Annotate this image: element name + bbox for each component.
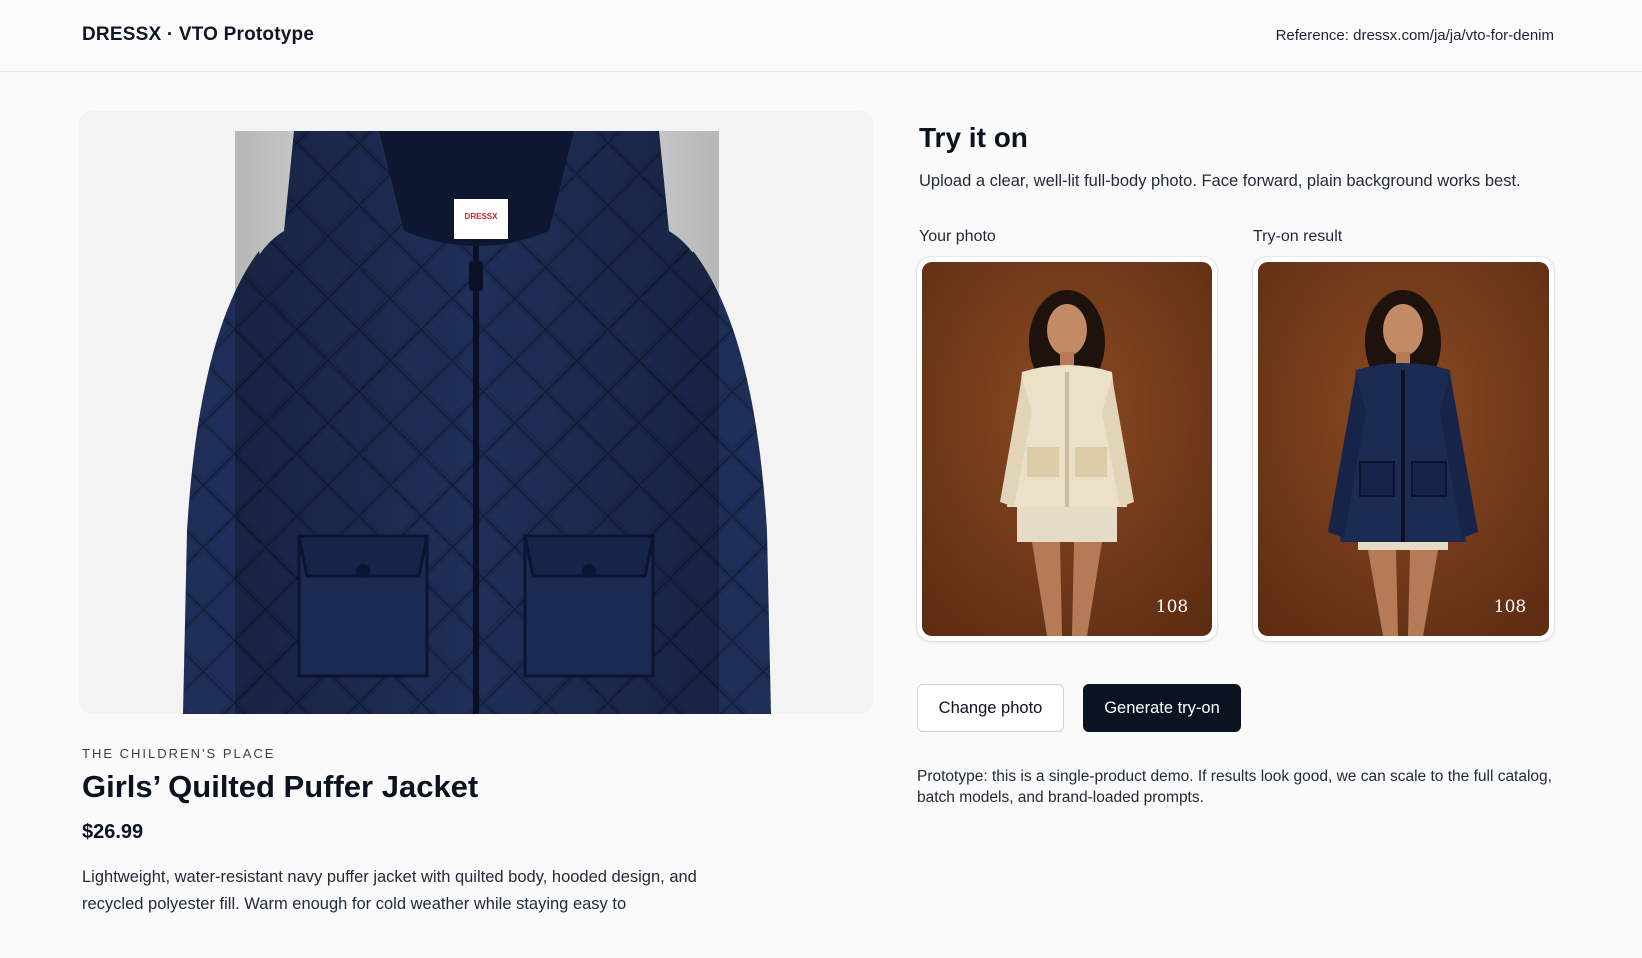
product-price: $26.99 bbox=[82, 821, 144, 843]
your-photo-card[interactable]: 108 bbox=[917, 257, 1217, 641]
result-photo: 108 bbox=[1258, 262, 1549, 636]
change-photo-button[interactable]: Change photo bbox=[917, 684, 1064, 732]
prototype-note: Prototype: this is a single-product demo… bbox=[917, 768, 1552, 806]
your-photo-label: Your photo bbox=[919, 228, 996, 245]
reference-link[interactable]: Reference: dressx.com/ja/ja/vto-for-deni… bbox=[1276, 27, 1554, 44]
product-brand: THE CHILDREN'S PLACE bbox=[82, 746, 276, 761]
tryon-subtitle: Upload a clear, well-lit full-body photo… bbox=[919, 172, 1521, 190]
generate-tryon-button[interactable]: Generate try-on bbox=[1083, 684, 1241, 732]
app-title: DRESSX · VTO Prototype bbox=[82, 24, 315, 45]
product-description: Lightweight, water-resistant navy puffer… bbox=[82, 868, 697, 913]
user-photo: 108 bbox=[922, 262, 1212, 636]
result-watermark: 108 bbox=[1494, 597, 1526, 617]
result-photo-card: 108 bbox=[1253, 257, 1554, 641]
top-bar: DRESSX · VTO Prototype Reference: dressx… bbox=[0, 0, 1642, 72]
jacket-image: DRESSX bbox=[79, 111, 873, 714]
product-image: DRESSX bbox=[79, 111, 873, 714]
tryon-title: Try it on bbox=[919, 122, 1028, 153]
result-label: Try-on result bbox=[1253, 228, 1343, 245]
product-title: Girls’ Quilted Puffer Jacket bbox=[82, 769, 479, 804]
photo-watermark: 108 bbox=[1156, 597, 1188, 617]
tag-label: DRESSX bbox=[465, 212, 499, 221]
